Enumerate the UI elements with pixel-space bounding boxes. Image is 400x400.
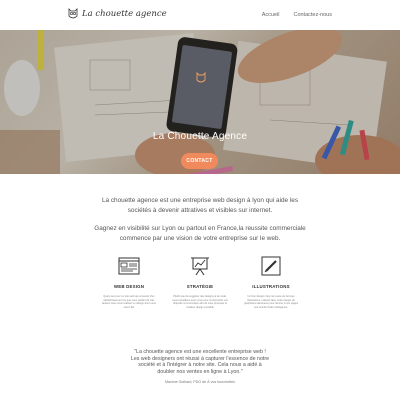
- hero-banner: La Chouette Agence CONTACT: [0, 30, 400, 174]
- service-text: Plutôt que de suggérer des designs à la …: [172, 295, 228, 309]
- testimonial-quote: "La chouette agence est une excellente e…: [130, 349, 270, 375]
- site-header: La chouette agence Accueil Contactez-nou…: [0, 0, 400, 30]
- service-title: WEB DESIGN: [113, 284, 145, 289]
- main-nav: Accueil Contactez-nous: [262, 12, 332, 18]
- intro-paragraph-2: Gagnez en visibilité sur Lyon ou partout…: [94, 225, 306, 242]
- owl-icon: [196, 72, 206, 83]
- owl-logo-icon: [68, 8, 78, 19]
- pen-illustration-icon: [261, 256, 281, 276]
- nav-link-contact[interactable]: Contactez-nous: [293, 12, 332, 18]
- strategy-chart-icon: [191, 257, 209, 276]
- intro-paragraph-1: La chouette agence est une entreprise we…: [101, 197, 299, 214]
- service-title: STRATÉGIE: [186, 284, 214, 289]
- intro-section: La chouette agence est une entreprise we…: [90, 196, 310, 243]
- web-design-icon: [118, 257, 140, 275]
- service-web-design: WEB DESIGN Quel pour pour un site web qu…: [100, 255, 158, 309]
- logo[interactable]: La chouette agence: [68, 8, 167, 20]
- nav-link-accueil[interactable]: Accueil: [262, 12, 280, 18]
- service-title: ILLUSTRATIONS: [252, 284, 290, 289]
- hero-title: La Chouette Agence: [152, 131, 248, 142]
- contact-button[interactable]: CONTACT: [181, 153, 218, 169]
- testimonial-author: Maxime Guibard, PDG de À vos fourchettes: [165, 380, 235, 384]
- service-strategie: STRATÉGIE Plutôt que de suggérer des des…: [171, 255, 229, 309]
- service-illustrations: ILLUSTRATIONS Un bon design n'est rien s…: [242, 255, 300, 309]
- service-text: Quel pour pour un site web qui a besoin …: [102, 295, 156, 309]
- services-section: WEB DESIGN Quel pour pour un site web qu…: [100, 255, 300, 309]
- logo-text: La chouette agence: [82, 9, 167, 19]
- service-text: Un bon design n'est rien sans de bonnes …: [243, 295, 299, 309]
